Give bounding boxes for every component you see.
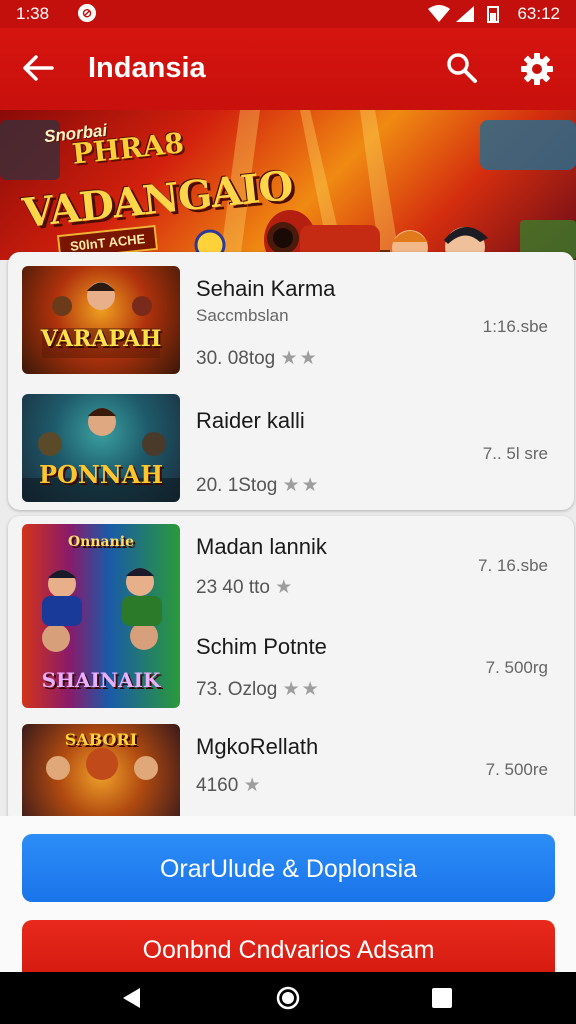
page-title: Indansia xyxy=(88,52,206,84)
game-title: MgkoRellath xyxy=(196,734,319,759)
game-subtitle: Saccmbslan xyxy=(196,306,289,325)
primary-action-button[interactable]: OrarUlude & Doplonsia xyxy=(22,834,555,902)
app-bar: Indansia xyxy=(0,28,576,110)
game-size: 7. 500rg xyxy=(485,658,548,677)
star-rating-icon: ★ xyxy=(243,775,263,796)
wifi-icon xyxy=(428,5,450,22)
thumbnail-title: SABORI xyxy=(64,730,138,749)
game-downloads: 20. 1Stog xyxy=(196,475,278,496)
game-thumbnail: VARAPAH xyxy=(22,266,180,374)
game-downloads: 23 40 tto xyxy=(196,577,270,598)
game-title: Sehain Karma xyxy=(196,276,336,301)
list-item[interactable]: Madan lannik 7. 16.sbe 23 40 tto ★ xyxy=(8,516,574,616)
star-rating-icon: ★★ xyxy=(282,679,321,700)
game-meta: 30. 08tog ★★ xyxy=(196,347,319,370)
game-size: 7. 16.sbe xyxy=(478,556,548,575)
game-thumbnail: PONNAH xyxy=(22,394,180,502)
notification-icon: ⊘ xyxy=(78,4,96,22)
status-clock: 63:12 xyxy=(517,4,560,23)
signal-icon xyxy=(456,6,474,22)
list-item[interactable]: PONNAH Raider kalli 7.. 5l sre 20. 1Stog… xyxy=(8,382,574,510)
game-title: Madan lannik xyxy=(196,534,327,559)
star-rating-icon: ★★ xyxy=(280,348,319,369)
game-meta: 20. 1Stog ★★ xyxy=(196,474,321,497)
star-rating-icon: ★ xyxy=(275,577,295,598)
game-title: Schim Potnte xyxy=(196,634,327,659)
game-downloads: 73. Ozlog xyxy=(196,679,278,700)
nav-home-icon[interactable] xyxy=(274,984,302,1012)
game-list-card-1: VARAPAH Sehain Karma Saccmbslan 1:16.sbe… xyxy=(8,252,574,510)
game-list-card-2: Onnanie SHAINAIK Madan lannik 7. 16.sbe … xyxy=(8,516,574,826)
game-size: 7. 500re xyxy=(485,760,548,779)
list-item[interactable]: Schim Potnte 7. 500rg 73. Ozlog ★★ xyxy=(8,616,574,716)
game-downloads: 30. 08tog xyxy=(196,348,276,369)
game-downloads: 4160 xyxy=(196,775,239,796)
nav-recents-icon[interactable] xyxy=(428,984,456,1012)
status-time: 1:38 xyxy=(16,4,50,23)
hero-banner[interactable]: Snorbai PHRA8 VADANGAIO S0lnT ACHE xyxy=(0,110,576,260)
star-rating-icon: ★★ xyxy=(282,475,321,496)
thumbnail-title: VARAPAH xyxy=(40,326,162,352)
game-title: Raider kalli xyxy=(196,408,305,433)
status-bar: 1:38 ⊘ 63:12 xyxy=(0,0,576,28)
game-meta: 73. Ozlog ★★ xyxy=(196,678,321,701)
list-item[interactable]: SABORI MgkoRellath 7. 500re 4160 ★ xyxy=(8,716,574,826)
thumbnail-art xyxy=(42,282,160,358)
back-arrow-icon[interactable] xyxy=(20,50,56,86)
list-item[interactable]: VARAPAH Sehain Karma Saccmbslan 1:16.sbe… xyxy=(8,252,574,380)
system-nav-bar xyxy=(0,972,576,1024)
game-thumbnail: SABORI xyxy=(22,724,180,826)
game-meta: 23 40 tto ★ xyxy=(196,576,294,599)
game-size: 1:16.sbe xyxy=(482,317,548,336)
game-size: 7.. 5l sre xyxy=(482,444,548,463)
status-icons xyxy=(428,5,499,23)
gear-icon[interactable] xyxy=(518,50,556,88)
thumbnail-title: PONNAH xyxy=(38,460,164,489)
secondary-action-button[interactable]: Oonbnd Cndvarios Adsam xyxy=(22,920,555,980)
game-meta: 4160 ★ xyxy=(196,774,263,797)
nav-back-icon[interactable] xyxy=(118,984,146,1012)
search-icon[interactable] xyxy=(444,50,480,86)
